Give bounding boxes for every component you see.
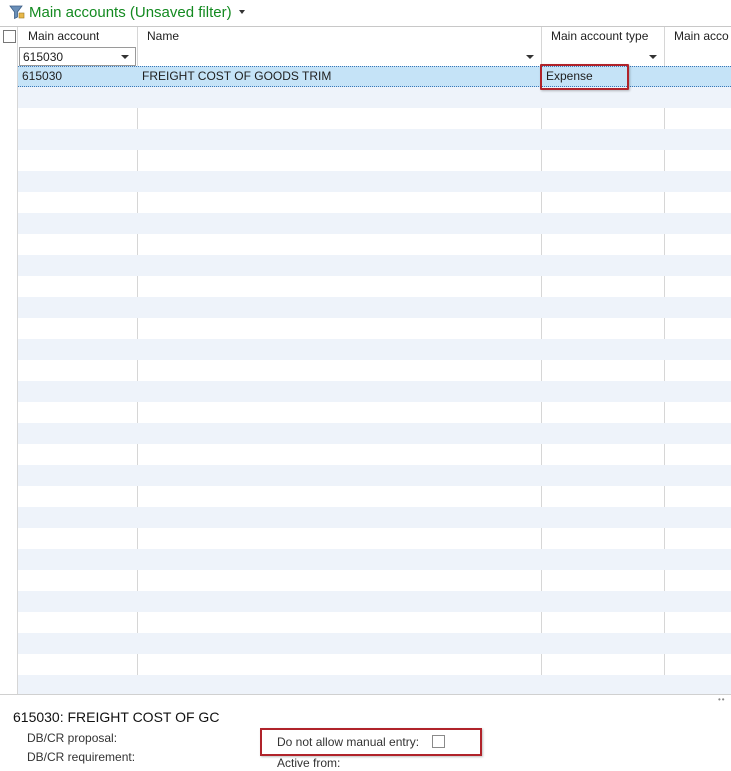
name-filter-input[interactable] [139,47,539,66]
table-row[interactable] [18,612,731,633]
table-row[interactable] [18,423,731,444]
name-cell[interactable]: FREIGHT COST OF GOODS TRIM [142,67,331,86]
chevron-down-icon[interactable] [238,10,245,14]
table-row[interactable] [18,318,731,339]
splitter-grip-icon[interactable]: •• [718,695,726,704]
table-row[interactable] [18,150,731,171]
active-from-label: Active from: [277,756,341,770]
main-accounts-grid: Main account Name Main account type Main… [0,26,731,695]
main-account-filter-value: 615030 [23,50,64,64]
name-filter-dropdown-icon[interactable] [526,55,534,59]
manual-entry-highlight [260,728,482,756]
column-header-main-account-type[interactable]: Main account type [551,27,648,46]
table-row[interactable] [18,528,731,549]
table-row[interactable] [18,276,731,297]
page-title[interactable]: Main accounts (Unsaved filter) [29,4,232,21]
main-account-cell[interactable]: 615030 [22,67,62,86]
main-account-type-filter-dropdown-icon[interactable] [649,55,657,59]
table-row[interactable] [18,675,731,695]
table-row[interactable] [18,87,731,108]
pane-splitter[interactable] [0,694,731,695]
table-row[interactable] [18,213,731,234]
table-row[interactable] [18,444,731,465]
title-bar: Main accounts (Unsaved filter) [0,0,731,24]
table-row[interactable] [18,339,731,360]
column-header-name[interactable]: Name [147,27,179,46]
table-row[interactable] [18,360,731,381]
grid-header: Main account Name Main account type Main… [0,27,731,46]
table-row[interactable] [18,297,731,318]
table-row[interactable] [18,570,731,591]
table-row[interactable] [18,129,731,150]
select-all-checkbox[interactable] [3,30,16,43]
column-header-main-account-other[interactable]: Main acco [674,27,731,46]
table-row[interactable] [18,192,731,213]
table-row[interactable] [18,171,731,192]
table-row[interactable] [18,255,731,276]
table-row[interactable] [18,234,731,255]
table-row[interactable] [18,486,731,507]
table-row[interactable] [18,633,731,654]
table-row[interactable] [18,381,731,402]
main-account-type-highlight [540,64,629,90]
filter-icon [9,5,25,20]
main-account-filter-dropdown-icon[interactable] [121,55,129,59]
table-row[interactable] [18,591,731,612]
column-header-main-account[interactable]: Main account [28,27,99,46]
detail-title: 615030: FREIGHT COST OF GC [13,709,220,725]
table-row[interactable] [18,549,731,570]
main-account-filter-input[interactable]: 615030 [19,47,136,66]
table-row[interactable] [18,402,731,423]
table-row[interactable] [18,654,731,675]
table-row[interactable] [18,108,731,129]
dbcr-proposal-label: DB/CR proposal: [27,731,118,745]
table-row[interactable] [18,507,731,528]
dbcr-requirement-label: DB/CR requirement: [27,750,136,764]
table-row[interactable] [18,465,731,486]
